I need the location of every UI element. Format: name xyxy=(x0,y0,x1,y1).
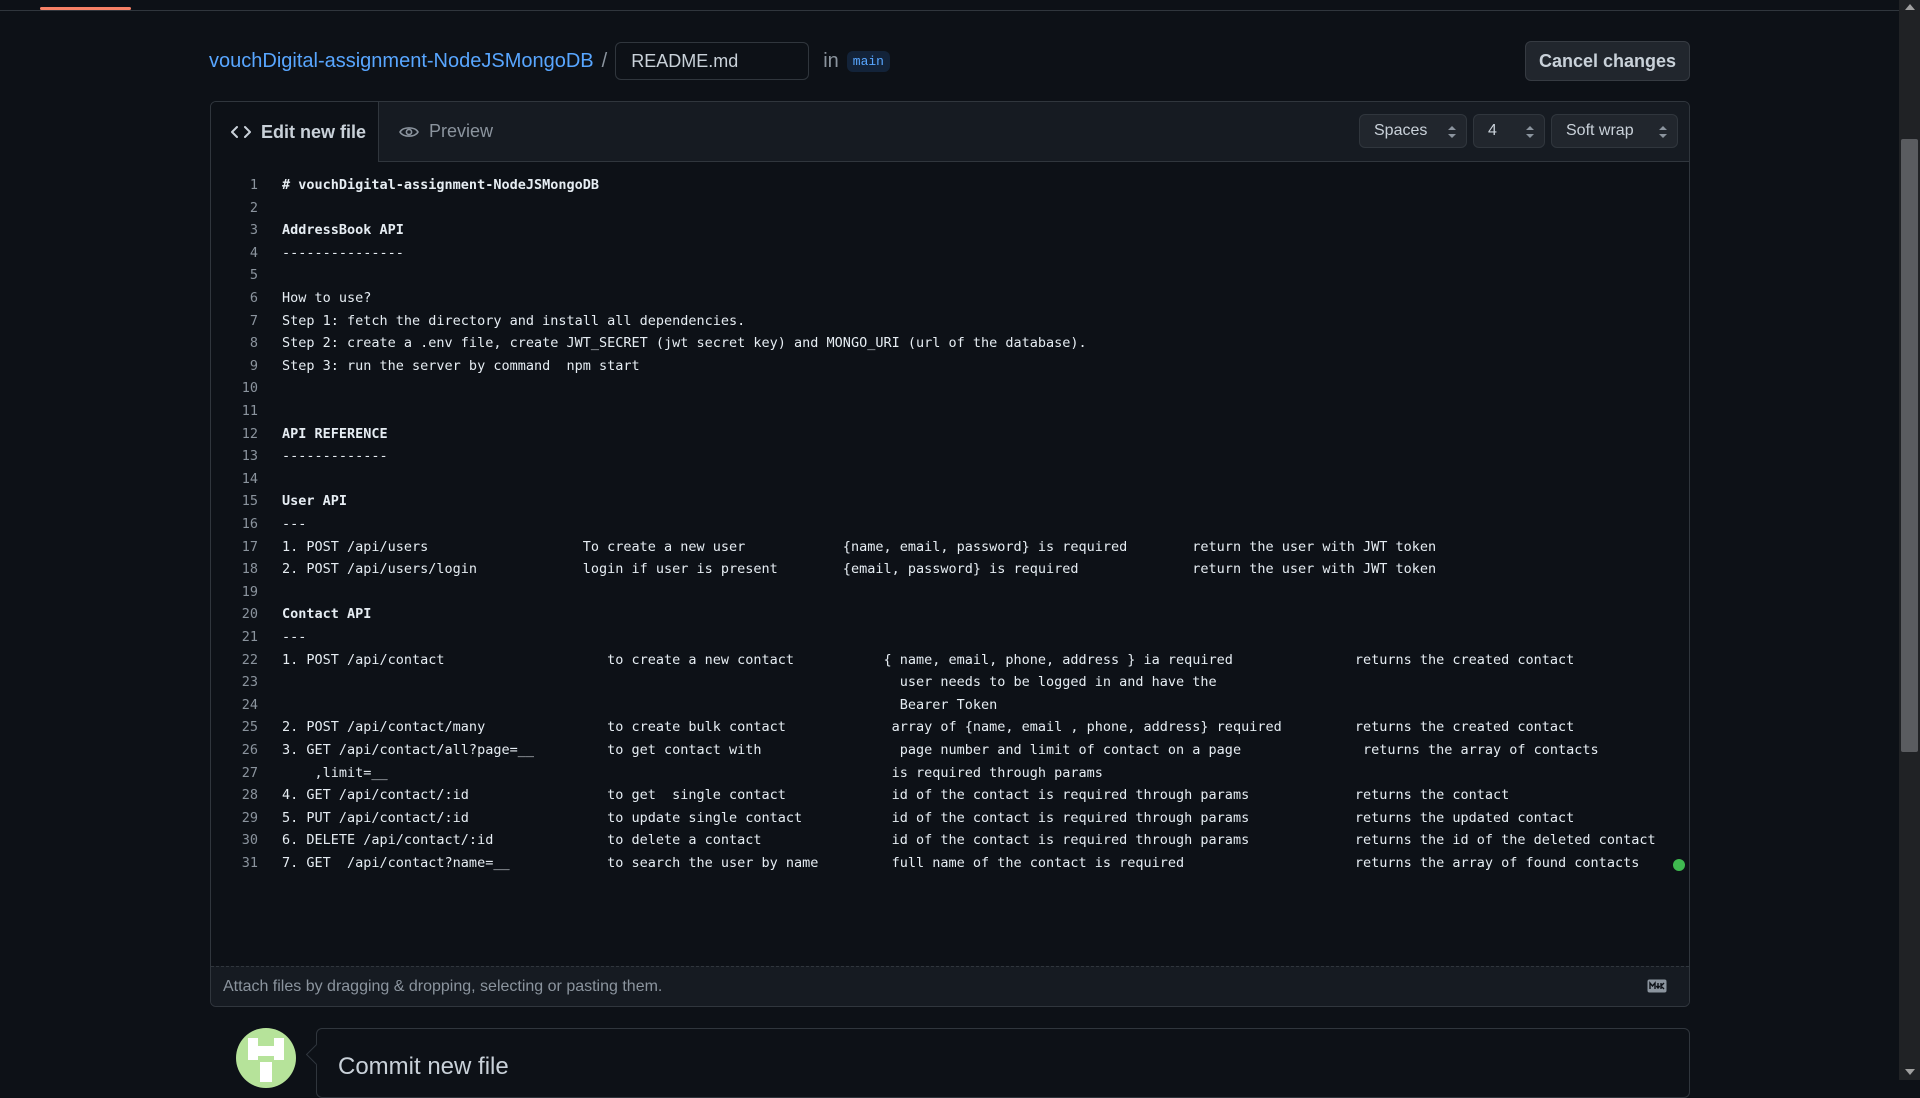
eye-icon xyxy=(399,124,419,140)
select-arrows-icon xyxy=(1448,126,1456,138)
indent-size-value: 4 xyxy=(1488,122,1497,139)
scroll-down-arrow-icon[interactable] xyxy=(1905,1069,1915,1075)
line-content: 4. GET /api/contact/:id to get single co… xyxy=(282,787,1510,804)
line-number: 31 xyxy=(241,855,258,871)
markdown-icon xyxy=(1647,979,1667,998)
line-number: 12 xyxy=(241,425,258,442)
line-content: 3. GET /api/contact/all?page=__ to get c… xyxy=(282,742,1599,758)
breadcrumb: vouchDigital-assignment-NodeJSMongoDB / … xyxy=(209,40,890,82)
line-number: 28 xyxy=(241,787,258,804)
attach-files-text: Attach files by dragging & dropping, sel… xyxy=(223,977,663,995)
line-content: Bearer Token xyxy=(282,696,998,713)
line-content: 1. POST /api/users To create a new user … xyxy=(282,538,1437,555)
line-number: 2 xyxy=(249,199,258,216)
cancel-changes-button[interactable]: Cancel changes xyxy=(1525,41,1690,81)
attach-files-bar[interactable]: Attach files by dragging & dropping, sel… xyxy=(211,966,1689,1006)
line-content: Step 2: create a .env file, create JWT_S… xyxy=(282,335,1087,352)
line-number: 7 xyxy=(249,312,258,329)
status-indicator-dot xyxy=(1673,859,1685,871)
line-number: 23 xyxy=(241,674,258,691)
tab-edit-label: Edit new file xyxy=(261,121,367,142)
commit-panel: Commit new file xyxy=(316,1028,1690,1098)
line-content: 5. PUT /api/contact/:id to update single… xyxy=(282,809,1575,826)
line-content: user needs to be logged in and have the xyxy=(282,674,1217,691)
line-number: 22 xyxy=(241,651,258,668)
line-number: 4 xyxy=(249,244,258,261)
line-content: --- xyxy=(282,629,307,645)
line-content: How to use? xyxy=(282,290,372,306)
wrap-mode-select[interactable]: Soft wrap xyxy=(1551,114,1678,148)
line-number: 6 xyxy=(249,290,258,306)
select-arrows-icon xyxy=(1526,126,1534,138)
line-number: 18 xyxy=(241,561,258,578)
user-avatar xyxy=(236,1028,296,1088)
path-separator: / xyxy=(601,49,608,72)
line-number: 13 xyxy=(241,448,258,465)
line-number: 9 xyxy=(249,357,258,374)
line-number: 1 xyxy=(249,177,258,193)
indent-mode-value: Spaces xyxy=(1374,122,1428,139)
indent-size-select[interactable]: 4 xyxy=(1473,114,1545,148)
commit-title: Commit new file xyxy=(338,1053,509,1080)
line-content: 2. POST /api/contact/many to create bulk… xyxy=(282,719,1575,736)
in-label: in xyxy=(823,49,839,72)
indent-mode-select[interactable]: Spaces xyxy=(1359,114,1467,148)
line-content: Contact API xyxy=(282,606,372,623)
line-content: 1. POST /api/contact to create a new con… xyxy=(282,651,1575,668)
editor-toolbar: Edit new file Preview Spaces 4 Soft wrap xyxy=(211,102,1689,162)
code-icon xyxy=(231,124,251,140)
wrap-mode-value: Soft wrap xyxy=(1566,122,1634,139)
line-number: 24 xyxy=(241,696,258,713)
tab-preview[interactable]: Preview xyxy=(399,102,493,161)
line-number: 29 xyxy=(241,809,258,826)
line-number: 14 xyxy=(241,470,258,487)
repo-link[interactable]: vouchDigital-assignment-NodeJSMongoDB xyxy=(209,50,594,73)
line-content: Step 1: fetch the directory and install … xyxy=(282,312,746,329)
line-content: ------------- xyxy=(282,448,388,465)
line-number: 30 xyxy=(241,832,258,849)
line-content: 6. DELETE /api/contact/:id to delete a c… xyxy=(282,832,1656,849)
active-nav-underline xyxy=(40,7,131,10)
line-number: 5 xyxy=(249,267,258,284)
line-content: ,limit=__ is required through params xyxy=(282,764,1103,781)
line-number: 25 xyxy=(241,719,258,736)
line-number: 8 xyxy=(249,335,258,352)
top-header-bar xyxy=(0,0,1899,11)
line-content: --------------- xyxy=(282,244,404,261)
page-scrollbar[interactable] xyxy=(1899,0,1920,1080)
scroll-thumb[interactable] xyxy=(1901,139,1918,752)
line-number: 10 xyxy=(241,380,258,397)
line-number: 3 xyxy=(249,222,258,239)
line-number: 11 xyxy=(241,403,258,419)
scroll-up-arrow-icon[interactable] xyxy=(1905,4,1915,10)
line-content: --- xyxy=(282,516,307,532)
line-content: Step 3: run the server by command npm st… xyxy=(282,357,640,374)
line-content: User API xyxy=(282,493,348,510)
line-number: 26 xyxy=(241,742,258,758)
branch-badge: main xyxy=(846,50,890,72)
tab-preview-label: Preview xyxy=(429,121,494,141)
select-arrows-icon xyxy=(1659,126,1667,138)
file-editor: Edit new file Preview Spaces 4 Soft wrap… xyxy=(210,101,1690,1007)
line-content: 2. POST /api/users/login login if user i… xyxy=(282,561,1437,578)
line-number: 19 xyxy=(241,583,258,600)
line-content: 7. GET /api/contact?name=__ to search th… xyxy=(282,855,1640,871)
filename-input[interactable] xyxy=(615,42,810,80)
line-content: AddressBook API xyxy=(282,222,404,239)
line-content: API REFERENCE xyxy=(282,425,388,442)
line-number: 15 xyxy=(241,493,258,510)
line-content: # vouchDigital-assignment-NodeJSMongoDB xyxy=(282,177,599,193)
line-number: 16 xyxy=(241,516,258,532)
line-number: 20 xyxy=(241,606,258,623)
line-number: 17 xyxy=(241,538,258,555)
tab-edit-new-file[interactable]: Edit new file xyxy=(211,102,379,162)
line-number: 21 xyxy=(241,629,258,645)
line-number: 27 xyxy=(241,764,258,781)
